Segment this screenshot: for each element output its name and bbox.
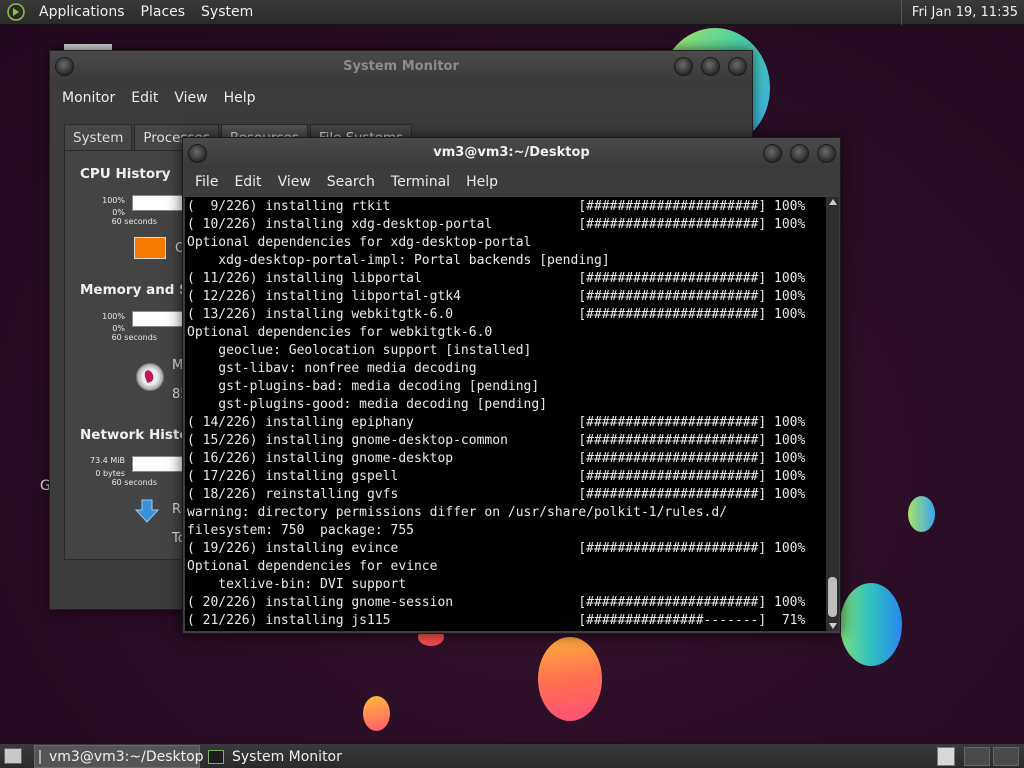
receiving-label: R — [172, 502, 182, 517]
close-button[interactable] — [817, 144, 836, 163]
trash-icon[interactable] — [937, 747, 955, 766]
minimize-button[interactable] — [763, 144, 782, 163]
cpu-history-graph — [132, 195, 184, 211]
taskbar-item-label: System Monitor — [232, 748, 342, 765]
workspace-1[interactable] — [964, 747, 990, 766]
top-panel: Applications Places System Fri Jan 19, 1… — [0, 0, 1024, 25]
menubar: File Edit View Search Terminal Help — [183, 168, 840, 196]
wallpaper-bubble — [363, 696, 390, 731]
memory-axis-top: 100% — [102, 312, 125, 321]
applications-menu[interactable]: Applications — [31, 0, 133, 25]
terminal-line: ( 13/226) installing webkitgtk-6.0 [####… — [187, 307, 806, 322]
menu-edit[interactable]: Edit — [226, 174, 269, 190]
scroll-down-arrow-icon[interactable] — [829, 623, 837, 629]
wallpaper-bubble — [840, 583, 902, 666]
terminal-line: ( 18/226) reinstalling gvfs [###########… — [187, 487, 806, 502]
close-button[interactable] — [728, 57, 747, 76]
menu-help[interactable]: Help — [216, 90, 264, 106]
terminal-icon — [39, 749, 41, 764]
taskbar-item-terminal[interactable]: vm3@vm3:~/Desktop — [34, 745, 204, 768]
scroll-up-arrow-icon[interactable] — [829, 199, 837, 205]
window-title: System Monitor — [343, 59, 459, 74]
terminal-output: ( 9/226) installing rtkit [#############… — [185, 197, 827, 630]
terminal-line: warning: directory permissions differ on… — [187, 505, 728, 520]
terminal-line: gst-libav: nonfree media decoding — [187, 361, 477, 376]
minimize-button[interactable] — [674, 57, 693, 76]
bottom-panel: vm3@vm3:~/Desktop System Monitor — [0, 743, 1024, 768]
receiving-arrow-icon — [134, 499, 160, 523]
wallpaper-bubble — [538, 637, 602, 721]
terminal-line: ( 15/226) installing gnome-desktop-commo… — [187, 433, 806, 448]
taskbar-item-label: vm3@vm3:~/Desktop — [49, 748, 204, 765]
terminal-line: xdg-desktop-portal-impl: Portal backends… — [187, 253, 610, 268]
terminal-line: geoclue: Geolocation support [installed] — [187, 343, 532, 358]
terminal-line: ( 19/226) installing evince [###########… — [187, 541, 806, 556]
window-menu-button[interactable] — [188, 144, 207, 163]
terminal-line: ( 16/226) installing gnome-desktop [####… — [187, 451, 806, 466]
system-monitor-icon — [208, 749, 224, 764]
terminal-line: ( 20/226) installing gnome-session [####… — [187, 595, 806, 610]
terminal-line: ( 10/226) installing xdg-desktop-portal … — [187, 217, 806, 232]
memory-history-graph — [132, 311, 184, 327]
terminal-screen[interactable]: ( 9/226) installing rtkit [#############… — [185, 197, 827, 631]
show-desktop-icon[interactable] — [4, 748, 22, 764]
memory-axis-time: 60 seconds — [111, 333, 157, 342]
terminal-window[interactable]: vm3@vm3:~/Desktop File Edit View Search … — [182, 137, 841, 634]
menu-view[interactable]: View — [166, 90, 215, 106]
network-axis-top: 73.4 MiB — [90, 456, 125, 465]
cpu-color-swatch[interactable] — [134, 237, 166, 259]
terminal-line: ( 12/226) installing libportal-gtk4 [###… — [187, 289, 806, 304]
terminal-line: Optional dependencies for webkitgtk-6.0 — [187, 325, 493, 340]
menubar: Monitor Edit View Help — [50, 83, 752, 113]
menu-monitor[interactable]: Monitor — [54, 90, 123, 106]
menu-edit[interactable]: Edit — [123, 90, 166, 106]
terminal-line: filesystem: 750 package: 755 — [187, 523, 414, 538]
menu-view[interactable]: View — [270, 174, 319, 190]
terminal-line: Optional dependencies for evince — [187, 559, 438, 574]
wallpaper-bubble — [908, 496, 935, 532]
memory-pie-icon — [136, 363, 164, 391]
workspace-2[interactable] — [993, 747, 1019, 766]
network-history-graph — [132, 456, 184, 472]
cpu-axis-time: 60 seconds — [111, 217, 157, 226]
terminal-scrollbar[interactable] — [826, 197, 839, 631]
terminal-line: ( 14/226) installing epiphany [#########… — [187, 415, 806, 430]
cpu-axis-top: 100% — [102, 196, 125, 205]
terminal-line: Optional dependencies for xdg-desktop-po… — [187, 235, 532, 250]
menu-search[interactable]: Search — [319, 174, 383, 190]
scrollbar-thumb[interactable] — [828, 577, 837, 617]
window-menu-button[interactable] — [55, 57, 74, 76]
window-titlebar[interactable]: vm3@vm3:~/Desktop — [183, 138, 840, 168]
terminal-line: texlive-bin: DVI support — [187, 577, 407, 592]
terminal-line: ( 9/226) installing rtkit [#############… — [187, 199, 806, 214]
network-axis-time: 60 seconds — [111, 478, 157, 487]
menu-help[interactable]: Help — [458, 174, 506, 190]
menu-file[interactable]: File — [187, 174, 226, 190]
terminal-line: ( 21/226) installing js115 [############… — [187, 613, 806, 628]
window-titlebar[interactable]: System Monitor — [50, 51, 752, 83]
maximize-button[interactable] — [790, 144, 809, 163]
cpu-history-heading: CPU History — [80, 166, 171, 182]
menu-terminal[interactable]: Terminal — [383, 174, 458, 190]
cpu-axis-bottom: 0% — [112, 208, 125, 217]
maximize-button[interactable] — [701, 57, 720, 76]
window-title: vm3@vm3:~/Desktop — [433, 145, 590, 160]
terminal-line: ( 17/226) installing gspell [###########… — [187, 469, 806, 484]
terminal-line: ( 11/226) installing libportal [########… — [187, 271, 806, 286]
tab-system[interactable]: System — [64, 124, 133, 150]
terminal-line: gst-plugins-good: media decoding [pendin… — [187, 397, 548, 412]
memory-axis-bottom: 0% — [112, 324, 125, 333]
system-menu[interactable]: System — [193, 0, 261, 25]
terminal-line: gst-plugins-bad: media decoding [pending… — [187, 379, 540, 394]
network-axis-bottom: 0 bytes — [95, 469, 125, 478]
places-menu[interactable]: Places — [133, 0, 194, 25]
distro-logo-icon[interactable] — [7, 3, 25, 21]
clock[interactable]: Fri Jan 19, 11:35 — [900, 0, 1024, 25]
taskbar-item-system-monitor[interactable]: System Monitor — [204, 745, 370, 768]
